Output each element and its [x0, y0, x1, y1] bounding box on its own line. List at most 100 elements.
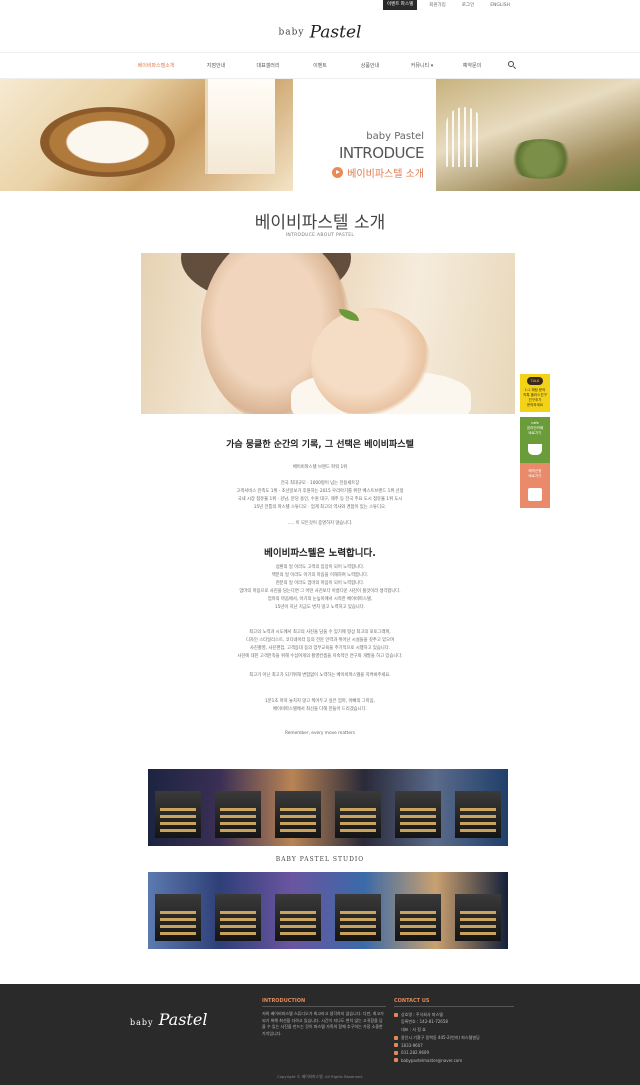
- studio-photo[interactable]: [208, 769, 268, 846]
- contact-icon: [394, 1050, 398, 1055]
- hero-image-right: [436, 79, 640, 191]
- nav-item-products[interactable]: 상품안내: [361, 62, 379, 69]
- text-line: 바로가기: [528, 474, 542, 478]
- mother-baby-photo: [141, 253, 515, 414]
- nav-item-community-label: 커뮤니티: [410, 63, 430, 69]
- footer-contact-list: 상호명 : 주식회사 파스텔등록번호 : 142-81-72658 대표 : 서 …: [394, 1011, 514, 1064]
- util-english-link[interactable]: ENGLISH: [486, 2, 514, 9]
- studio-photos-row2: [148, 872, 508, 949]
- studio-photo[interactable]: [448, 872, 508, 949]
- studio-photos-row1: [148, 769, 508, 846]
- contact-icon: [394, 1012, 398, 1017]
- studio-photo[interactable]: [328, 872, 388, 949]
- block2-p1: 섬환의 일 이라도 고객의 입장이 되어 노력합니다. 백분의 일 이라도 아기…: [0, 564, 640, 612]
- chevron-down-icon: ▾: [430, 63, 434, 69]
- main-nav: 베이비파스텔소개 지점안내 대표갤러리 이벤트 상품안내 커뮤니티 ▾ 예약문의: [0, 52, 640, 79]
- hero-image-left: [0, 79, 293, 191]
- nav-item-branches[interactable]: 지점안내: [207, 62, 225, 69]
- hero-plant: [506, 139, 576, 179]
- hero-banner: baby Pastel INTRODUCE 베이비파스텔 소개: [0, 79, 640, 191]
- kakao-chat-widget[interactable]: TALK 1:1 채팅 문의 카톡 플러스친구 친구추가 문의하세요: [520, 374, 550, 412]
- play-icon: [332, 167, 344, 178]
- page-title: 베이비파스텔 소개: [254, 213, 386, 233]
- cafe-widget-text: cafe 온라인카페 바로가기: [520, 421, 550, 436]
- coffee-cup-icon: [528, 444, 542, 455]
- studio-photo[interactable]: [388, 872, 448, 949]
- contact-text: 용인시 기흥구 동백동 445-2(번지) 파스텔빌딩: [401, 1034, 480, 1040]
- text-line: 사진에 대한 고객만족을 위해 수십여개의 촬영컨셉을 지속적인 연구와 개발을…: [237, 654, 403, 659]
- contact-icon: [394, 1058, 398, 1063]
- contact-text: 대표 : 서 정 효: [401, 1026, 426, 1032]
- nav-item-gallery[interactable]: 대표갤러리: [256, 62, 279, 69]
- studio-photo[interactable]: [268, 872, 328, 949]
- text-line: 최고가 아닌 최고가 되기위해 변함없이 노력하는 베이비파스텔을 지켜봐주세요…: [249, 673, 391, 678]
- photo-baby: [311, 308, 431, 414]
- reservation-widget[interactable]: 예약신청 바로가기: [520, 463, 550, 508]
- footer-logo-pastel: Pastel: [158, 1010, 208, 1029]
- contact-text: 상호명 : 주식회사 파스텔: [401, 1011, 443, 1017]
- kakao-widget-text: 1:1 채팅 문의 카톡 플러스친구 친구추가 문의하세요: [520, 388, 550, 408]
- contact-text: 031.282.9609: [401, 1050, 429, 1056]
- text-line: Remember, every move matters: [284, 731, 356, 736]
- contact-text: 1833-9607: [401, 1042, 423, 1048]
- studio-photo[interactable]: [328, 769, 388, 846]
- hero-line3-label: 베이비파스텔 소개: [347, 169, 424, 180]
- block2-p4: 1분1초 마저 놓치지 않고 찍어두고 싶은 엄마, 아빠의 그마음, 베이비파…: [0, 698, 640, 714]
- nav-item-events[interactable]: 이벤트: [313, 62, 327, 69]
- contact-row: 대표 : 서 정 효: [394, 1026, 514, 1034]
- contact-row: 등록번호 : 142-81-72658: [394, 1019, 514, 1027]
- online-cafe-widget[interactable]: cafe 온라인카페 바로가기: [520, 417, 550, 463]
- search-icon[interactable]: [508, 61, 514, 67]
- footer-logo-baby: baby: [130, 1018, 154, 1027]
- utility-bar: 이벤트 파스텔 회원가입 로그인 ENGLISH: [382, 0, 514, 10]
- studio-photo[interactable]: [388, 769, 448, 846]
- contact-text: 등록번호 : 142-81-72658: [401, 1019, 448, 1025]
- footer-logo[interactable]: baby Pastel: [130, 1010, 207, 1029]
- text-line: 최고의 노력과 시도에서 최고의 사진을 담을 수 있기에 항상 최고의 포토그…: [249, 630, 391, 635]
- footer-intro-text: 저희 베이비파스텔 스튜디오가 최고라고 생각하지 않습니다. 다만, 최고가 …: [262, 1011, 384, 1036]
- util-login-link[interactable]: 로그인: [458, 1, 478, 9]
- text-line: 엄마의 마음으로 사진을 담는다면 그 어떤 사진보다 아름다운 사진이 될것이…: [239, 589, 401, 594]
- util-signup-link[interactable]: 회원가입: [425, 1, 450, 9]
- block2-p2: 최고의 노력과 시도에서 최고의 사진을 담을 수 있기에 항상 최고의 포토그…: [0, 629, 640, 661]
- hero-text: baby Pastel INTRODUCE 베이비파스텔 소개: [293, 79, 436, 191]
- copyright: Copyright © 베이비파스텔. All Rights Reserved.: [276, 1074, 364, 1079]
- contact-row: 용인시 기흥구 동백동 445-2(번지) 파스텔빌딩: [394, 1034, 514, 1042]
- text-line: 바로가기: [528, 431, 542, 435]
- text-line: 1분1초 마저 놓치지 않고 찍어두고 싶은 엄마, 아빠의 그마음,: [264, 699, 376, 704]
- contact-icon: [394, 1020, 398, 1024]
- site-footer: baby Pastel INTRODUCTION 저희 베이비파스텔 스튜디오가…: [0, 984, 640, 1085]
- nav-item-introduce[interactable]: 베이비파스텔소개: [138, 62, 175, 69]
- contact-row: babypastelmaster@naver.com: [394, 1057, 514, 1065]
- text-line: 디자인 스타일리스트, 코디네이터 등의 전문 인력과 뛰어난 시설들을 갖추고…: [245, 638, 395, 643]
- block2-p3: 최고가 아닌 최고가 되기위해 변함없이 노력하는 베이비파스텔을 지켜봐주세요…: [0, 672, 640, 680]
- util-event-link[interactable]: 이벤트 파스텔: [382, 0, 418, 10]
- hero-chair: [40, 107, 175, 177]
- nav-item-reservation[interactable]: 예약문의: [463, 62, 481, 69]
- block1-p3: ..... 이 모든것이 증명하지 않습니다.: [0, 520, 640, 528]
- contact-row: 1833-9607: [394, 1041, 514, 1049]
- studio-photo[interactable]: [448, 769, 508, 846]
- studio-photo[interactable]: [148, 769, 208, 846]
- logo-baby: baby: [278, 27, 305, 38]
- hero-line1: baby Pastel: [366, 131, 424, 142]
- page-subtitle: INTRODUCE ABOUT PASTEL: [285, 233, 355, 238]
- hero-line3: 베이비파스텔 소개: [332, 165, 424, 180]
- nav-item-community[interactable]: 커뮤니티 ▾: [411, 62, 434, 69]
- site-logo[interactable]: baby Pastel: [0, 22, 640, 43]
- logo-pastel: Pastel: [309, 22, 362, 43]
- block2-heading: 베이비파스텔은 노력합니다.: [264, 548, 376, 559]
- studio-photo[interactable]: [208, 872, 268, 949]
- divider: [394, 1006, 514, 1007]
- text-line: 천분의 일 이라도 엄마의 마음이 되어 노력합니다.: [275, 581, 365, 586]
- contact-text: babypastelmaster@naver.com: [401, 1057, 463, 1063]
- contact-row: 상호명 : 주식회사 파스텔: [394, 1011, 514, 1019]
- contact-row: 031.282.9609: [394, 1049, 514, 1057]
- studio-photo[interactable]: [148, 872, 208, 949]
- text-line: 15년이 지난 지금도 변치 않고 노력하고 있습니다.: [274, 605, 366, 610]
- contact-icon: [394, 1043, 398, 1048]
- calendar-icon: [528, 488, 542, 501]
- footer-intro-heading: INTRODUCTION: [262, 998, 306, 1004]
- studio-photo[interactable]: [268, 769, 328, 846]
- text-line: 섬환의 일 이라도 고객의 입장이 되어 노력합니다.: [275, 565, 365, 570]
